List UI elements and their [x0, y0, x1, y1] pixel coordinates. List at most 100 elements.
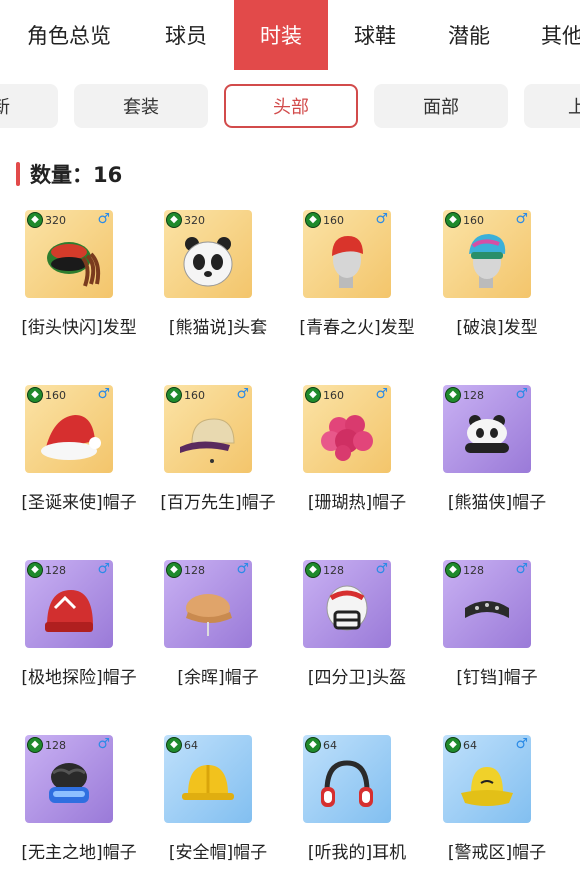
tab-label: 其他	[541, 24, 580, 48]
points-value: 160	[45, 388, 66, 402]
item-name: [熊猫侠]帽子	[447, 493, 547, 513]
points-badge: ◆ 64	[166, 737, 198, 753]
tab-fashion[interactable]: 时装	[234, 0, 328, 70]
points-value: 128	[323, 563, 344, 577]
headband-icon	[465, 601, 509, 618]
coral-hat-icon	[321, 415, 373, 461]
item-name: [余晖]帽子	[177, 668, 259, 688]
points-value: 160	[184, 388, 205, 402]
points-value: 64	[463, 738, 477, 752]
item-name: [无主之地]帽子	[21, 843, 137, 863]
jersey-icon: ◆	[27, 737, 43, 753]
subtab-label: 套装	[123, 97, 159, 118]
item-name: [警戒区]帽子	[447, 843, 547, 863]
tab-character-overview[interactable]: 角色总览	[0, 0, 138, 70]
panda-hat-icon	[465, 415, 509, 453]
points-value: 128	[184, 563, 205, 577]
points-badge: ◆ 64	[305, 737, 337, 753]
red-hair-icon	[332, 236, 363, 288]
points-value: 128	[463, 563, 484, 577]
item-thumbnail: ◆ 320	[164, 210, 252, 298]
item-thumbnail: ◆ 160 ♂	[303, 385, 391, 473]
item-thumbnail: ◆ 160 ♂	[25, 385, 113, 473]
top-tab-bar: 角色总览 球员 时装 球鞋 潜能 其他	[0, 0, 580, 70]
jersey-icon: ◆	[166, 212, 182, 228]
male-icon: ♂	[97, 736, 110, 752]
subtab-face[interactable]: 面部	[374, 84, 508, 128]
male-icon: ♂	[515, 736, 528, 752]
item-name: [熊猫说]头套	[168, 318, 268, 338]
male-icon: ♂	[236, 561, 249, 577]
item-name: [极地探险]帽子	[21, 668, 137, 688]
item-thumbnail: ◆ 128 ♂	[25, 560, 113, 648]
item-thumbnail: ◆ 160 ♂	[164, 385, 252, 473]
item-thumbnail: ◆ 160 ♂	[443, 210, 531, 298]
points-badge: ◆ 160	[305, 387, 344, 403]
subtab-label: 新	[0, 97, 10, 118]
points-badge: ◆ 320	[166, 212, 205, 228]
points-value: 320	[45, 213, 66, 227]
male-icon: ♂	[97, 561, 110, 577]
subtab-label: 面部	[423, 97, 459, 118]
male-icon: ♂	[97, 211, 110, 227]
santa-hat-icon	[41, 415, 101, 460]
points-badge: ◆ 160	[166, 387, 205, 403]
tab-potential[interactable]: 潜能	[422, 0, 516, 70]
hard-hat-icon	[182, 765, 234, 800]
subtab-new[interactable]: 新	[0, 84, 58, 128]
jersey-icon: ◆	[166, 387, 182, 403]
jersey-icon: ◆	[305, 212, 321, 228]
item-thumbnail: ◆ 128 ♂	[303, 560, 391, 648]
item-name: [四分卫]头盔	[307, 668, 407, 688]
tab-shoes[interactable]: 球鞋	[328, 0, 422, 70]
points-badge: ◆ 128	[27, 562, 66, 578]
cap-icon	[180, 418, 235, 463]
tab-other[interactable]: 其他	[541, 0, 580, 70]
points-value: 64	[184, 738, 198, 752]
wave-hair-icon	[469, 234, 506, 288]
male-icon: ♂	[515, 211, 528, 227]
points-badge: ◆ 128	[445, 562, 484, 578]
points-badge: ◆ 128	[305, 562, 344, 578]
subtab-head[interactable]: 头部	[224, 84, 358, 128]
item-thumbnail: ◆ 128 ♂	[25, 735, 113, 823]
jersey-icon: ◆	[445, 562, 461, 578]
jersey-icon: ◆	[305, 562, 321, 578]
points-badge: ◆ 128	[166, 562, 205, 578]
points-value: 128	[45, 738, 66, 752]
points-value: 320	[184, 213, 205, 227]
points-value: 160	[463, 213, 484, 227]
points-badge: ◆ 160	[305, 212, 344, 228]
item-name: [百万先生]帽子	[160, 493, 276, 513]
subtab-upper[interactable]: 上	[524, 84, 580, 128]
male-icon: ♂	[236, 386, 249, 402]
tab-players[interactable]: 球员	[138, 0, 234, 70]
item-name: [安全帽]帽子	[168, 843, 268, 863]
subtab-label: 头部	[273, 97, 309, 118]
item-thumbnail: ◆ 64	[164, 735, 252, 823]
football-helmet-icon	[326, 585, 368, 631]
tab-label: 角色总览	[27, 24, 111, 48]
visor-hat-icon	[49, 763, 89, 803]
dreadlocks-hair-icon	[47, 242, 101, 287]
panda-mask-icon	[183, 237, 233, 287]
jersey-icon: ◆	[305, 387, 321, 403]
item-thumbnail: ◆ 128 ♂	[164, 560, 252, 648]
tab-label: 潜能	[448, 24, 490, 48]
points-value: 128	[463, 388, 484, 402]
item-name: [街头快闪]发型	[21, 318, 137, 338]
item-thumbnail: ◆ 128 ♂	[443, 560, 531, 648]
points-badge: ◆ 128	[27, 737, 66, 753]
item-thumbnail: ◆ 64 ♂	[443, 735, 531, 823]
points-value: 160	[323, 213, 344, 227]
points-badge: ◆ 160	[27, 387, 66, 403]
jersey-icon: ◆	[166, 737, 182, 753]
item-count: 数量：16	[16, 160, 122, 188]
jersey-icon: ◆	[27, 562, 43, 578]
tab-label: 球鞋	[354, 24, 396, 48]
flat-cap-icon	[186, 594, 232, 636]
subtab-outfit[interactable]: 套装	[74, 84, 208, 128]
jersey-icon: ◆	[166, 562, 182, 578]
item-name: [青春之火]发型	[299, 318, 415, 338]
jersey-icon: ◆	[445, 737, 461, 753]
